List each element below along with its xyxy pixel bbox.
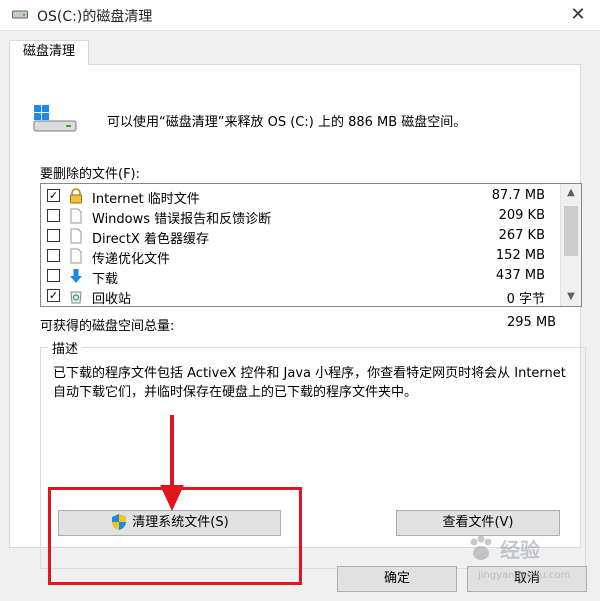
file-name: Internet 临时文件 [92, 192, 200, 207]
file-name: 回收站 [92, 292, 132, 307]
list-item[interactable]: Windows 错误报告和反馈诊断 209 KB [41, 206, 559, 227]
checkbox[interactable]: ✓ [47, 189, 60, 202]
watermark: 经验 jingyan.baidu.com [466, 532, 596, 586]
watermark-url: jingyan.baidu.com [478, 570, 571, 581]
vertical-scrollbar[interactable]: ▲ ▼ [560, 184, 581, 306]
files-list[interactable]: ✓ Internet 临时文件 87.7 MB Windows 错误报告和反馈诊… [40, 183, 582, 307]
list-item[interactable]: ✓ Internet 临时文件 87.7 MB [41, 186, 559, 207]
file-icon [70, 248, 82, 264]
list-item[interactable]: ✓ 回收站 0 字节 [41, 286, 559, 306]
list-item[interactable]: 下载 437 MB [41, 266, 559, 287]
file-size: 87.7 MB [491, 188, 545, 203]
paw-icon [470, 535, 492, 560]
ok-button[interactable]: 确定 [337, 566, 457, 592]
scroll-up-icon[interactable]: ▲ [561, 184, 581, 202]
file-size: 152 MB [495, 248, 545, 263]
close-button[interactable]: ✕ [566, 4, 590, 26]
drive-icon [33, 105, 77, 132]
file-size: 209 KB [498, 208, 545, 223]
checkbox[interactable] [47, 269, 60, 282]
scroll-down-icon[interactable]: ▼ [561, 288, 581, 306]
header-message: 可以使用“磁盘清理”来释放 OS (C:) 上的 886 MB 磁盘空间。 [107, 115, 467, 130]
checkbox[interactable] [47, 229, 60, 242]
file-name: DirectX 着色器缓存 [92, 232, 209, 247]
description-text: 已下载的程序文件包括 ActiveX 控件和 Java 小程序，你查看特定网页时… [53, 366, 566, 400]
tab-disk-cleanup[interactable]: 磁盘清理 [9, 40, 89, 65]
file-icon [70, 228, 82, 244]
recycle-bin-icon [70, 291, 82, 304]
tab-panel: 可以使用“磁盘清理”来释放 OS (C:) 上的 886 MB 磁盘空间。 要删… [9, 64, 586, 585]
title-bar: OS(C:)的磁盘清理 ✕ [0, 0, 600, 30]
watermark-text: 经验 [500, 538, 540, 562]
list-item[interactable]: 传递优化文件 152 MB [41, 246, 559, 267]
description-title: 描述 [48, 338, 83, 357]
total-space-label: 可获得的磁盘空间总量: [40, 319, 175, 334]
file-size: 267 KB [498, 228, 545, 243]
file-icon [70, 208, 82, 224]
file-size: 437 MB [495, 268, 545, 283]
lock-icon [70, 188, 82, 204]
files-to-delete-label: 要删除的文件(F): [40, 167, 141, 182]
window-title: OS(C:)的磁盘清理 [37, 9, 153, 25]
total-space-value: 295 MB [507, 315, 557, 330]
file-name: 下载 [92, 272, 119, 287]
disk-icon [12, 10, 28, 19]
scroll-thumb[interactable] [564, 206, 578, 256]
checkbox[interactable] [47, 249, 60, 262]
download-arrow-icon [70, 269, 82, 283]
dialog-client: 磁盘清理 可以使用“磁盘清理”来释放 OS (C:) 上的 886 MB 磁盘空… [0, 30, 600, 601]
checkbox[interactable] [47, 209, 60, 222]
file-size: 0 字节 [506, 292, 545, 307]
checkbox[interactable]: ✓ [47, 289, 60, 302]
file-name: Windows 错误报告和反馈诊断 [92, 212, 272, 227]
file-name: 传递优化文件 [92, 252, 171, 267]
down-arrow-annotation [160, 415, 184, 511]
list-item[interactable]: DirectX 着色器缓存 267 KB [41, 226, 559, 247]
